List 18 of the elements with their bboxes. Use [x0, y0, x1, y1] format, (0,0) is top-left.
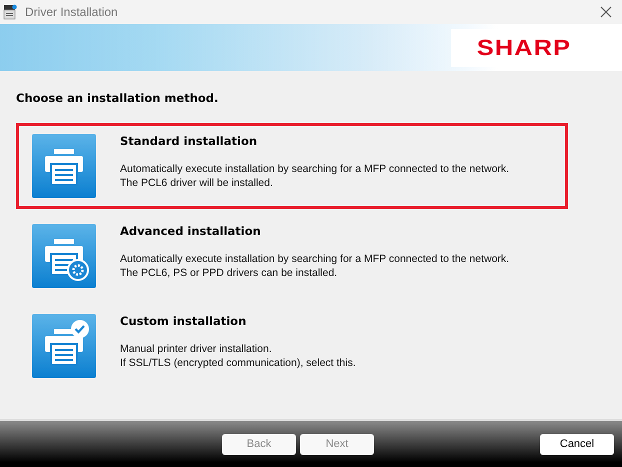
printer-icon: [32, 224, 96, 288]
heading: Choose an installation method.: [16, 91, 220, 105]
printer-icon: [32, 134, 96, 198]
printer-icon: [32, 314, 96, 378]
option-item[interactable]: Standard installation Automatically execute installation by searching for a MFP connected to the network. The PCL6 driver will be installed.: [16, 123, 568, 209]
option-description: Automatically execute installation by searching for a MFP connected to the network. The PCL6, PS or PPD drivers can be installed.: [120, 252, 510, 280]
window-title: Driver Installation: [25, 5, 119, 19]
cancel-button[interactable]: Cancel: [540, 434, 614, 454]
option-item[interactable]: Custom installation Manual printer driver installation. If SSL/TLS (encrypted communication), select this.: [16, 303, 568, 389]
option-description: Automatically execute installation by searching for a MFP connected to the network. The PCL6 driver will be installed.: [120, 162, 510, 190]
option-title: Custom installation: [120, 314, 248, 328]
option-item[interactable]: Advanced installation Automatically execute installation by searching for a MFP connected to the network. The PCL6, PS or PPD drivers can be installed.: [16, 213, 568, 299]
option-title: Advanced installation: [120, 224, 262, 238]
brand-logo: SHARP: [477, 34, 572, 60]
close-icon[interactable]: [600, 6, 612, 18]
app-icon: [3, 4, 17, 20]
option-description: Manual printer driver installation. If SSL/TLS (encrypted communication), select this.: [120, 342, 356, 370]
option-title: Standard installation: [120, 134, 258, 148]
